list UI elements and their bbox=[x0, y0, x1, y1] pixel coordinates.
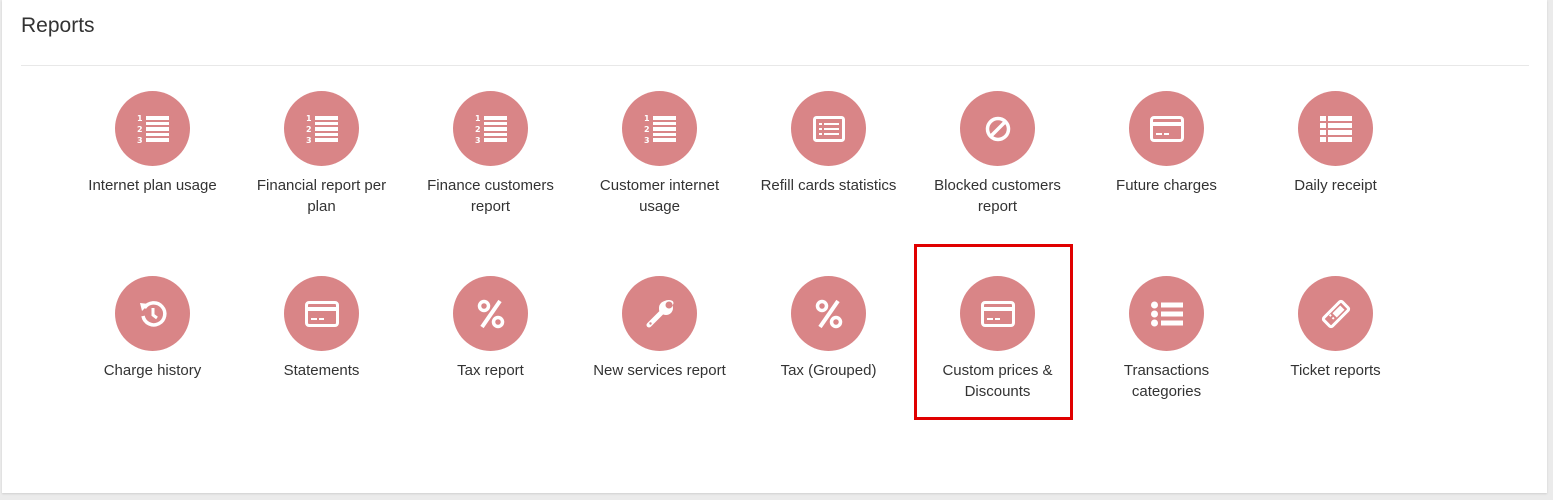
report-label: Future charges bbox=[1116, 177, 1217, 194]
reports-panel: Reports 1 2 3 Internet plan usage 1 2 3 Fina… bbox=[2, 0, 1547, 493]
report-customer-internet-usage[interactable]: 1 2 3 Customer internet usage bbox=[575, 91, 744, 217]
numbered-list-icon: 1 2 3 bbox=[622, 91, 697, 166]
percent-icon bbox=[453, 276, 528, 351]
report-label: Transactions categories bbox=[1123, 362, 1210, 400]
report-label: Customer internet usage bbox=[599, 177, 720, 215]
credit-card-icon bbox=[284, 276, 359, 351]
list-icon bbox=[1298, 91, 1373, 166]
title-divider bbox=[21, 65, 1529, 66]
wrench-icon bbox=[622, 276, 697, 351]
report-label: Tax report bbox=[457, 362, 524, 379]
percent-icon bbox=[791, 276, 866, 351]
numbered-list-icon: 1 2 3 bbox=[453, 91, 528, 166]
report-label: Blocked customers report bbox=[934, 177, 1061, 215]
report-label: Refill cards statistics bbox=[760, 177, 897, 194]
report-blocked-customers[interactable]: Blocked customers report bbox=[913, 91, 1082, 217]
report-label: Daily receipt bbox=[1294, 177, 1377, 194]
svg-text:3: 3 bbox=[137, 136, 143, 145]
report-label: Statements bbox=[283, 362, 360, 379]
ticket-icon bbox=[1298, 276, 1373, 351]
report-label: New services report bbox=[593, 362, 726, 379]
report-charge-history[interactable]: Charge history bbox=[68, 276, 237, 381]
svg-text:1: 1 bbox=[475, 114, 481, 123]
svg-text:1: 1 bbox=[644, 114, 650, 123]
report-new-services[interactable]: New services report bbox=[575, 276, 744, 381]
svg-text:3: 3 bbox=[644, 136, 650, 145]
numbered-list-icon: 1 2 3 bbox=[284, 91, 359, 166]
report-financial-per-plan[interactable]: 1 2 3 Financial report per plan bbox=[237, 91, 406, 217]
report-internet-plan-usage[interactable]: 1 2 3 Internet plan usage bbox=[68, 91, 237, 196]
report-label: Finance customers report bbox=[427, 177, 554, 215]
svg-text:1: 1 bbox=[137, 114, 143, 123]
selection-highlight-box bbox=[914, 244, 1073, 420]
report-ticket-reports[interactable]: Ticket reports bbox=[1251, 276, 1420, 381]
svg-text:2: 2 bbox=[475, 125, 481, 134]
svg-text:1: 1 bbox=[306, 114, 312, 123]
svg-text:3: 3 bbox=[475, 136, 481, 145]
report-tax-grouped[interactable]: Tax (Grouped) bbox=[744, 276, 913, 381]
report-future-charges[interactable]: Future charges bbox=[1082, 91, 1251, 196]
svg-text:2: 2 bbox=[306, 125, 312, 134]
svg-text:3: 3 bbox=[306, 136, 312, 145]
page-title: Reports bbox=[21, 14, 95, 37]
report-finance-customers[interactable]: 1 2 3 Finance customers report bbox=[406, 91, 575, 217]
report-statements[interactable]: Statements bbox=[237, 276, 406, 381]
report-label: Charge history bbox=[103, 362, 202, 379]
report-label: Financial report per plan bbox=[256, 177, 387, 215]
report-daily-receipt[interactable]: Daily receipt bbox=[1251, 91, 1420, 196]
ban-icon bbox=[960, 91, 1035, 166]
report-label: Ticket reports bbox=[1290, 362, 1381, 379]
numbered-list-icon: 1 2 3 bbox=[115, 91, 190, 166]
report-transactions-categories[interactable]: Transactions categories bbox=[1082, 276, 1251, 402]
report-refill-cards-statistics[interactable]: Refill cards statistics bbox=[744, 91, 913, 196]
report-label: Internet plan usage bbox=[88, 177, 217, 194]
report-label: Tax (Grouped) bbox=[780, 362, 877, 379]
history-icon bbox=[115, 276, 190, 351]
credit-card-icon bbox=[1129, 91, 1204, 166]
card-list-icon bbox=[791, 91, 866, 166]
report-tax[interactable]: Tax report bbox=[406, 276, 575, 381]
bulleted-list-icon bbox=[1129, 276, 1204, 351]
svg-text:2: 2 bbox=[137, 125, 143, 134]
svg-text:2: 2 bbox=[644, 125, 650, 134]
